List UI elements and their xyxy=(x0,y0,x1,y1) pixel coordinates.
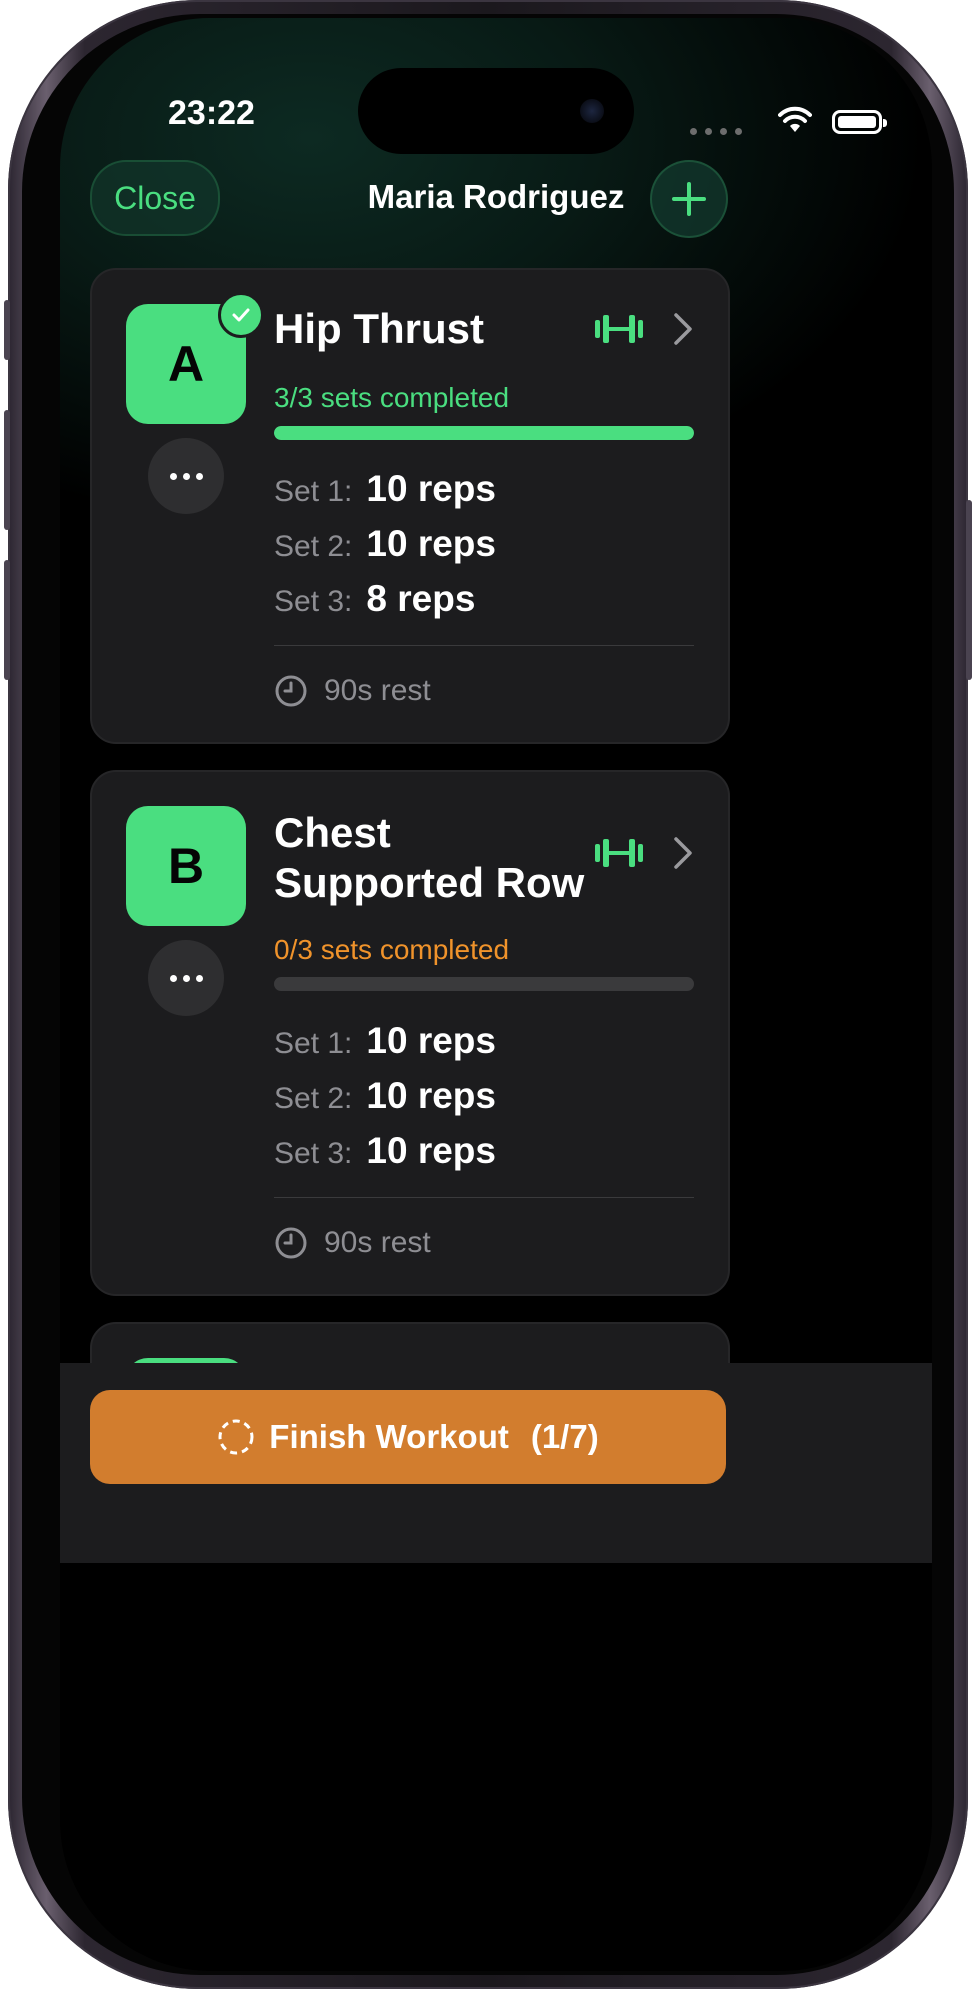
signal-icon xyxy=(690,128,742,135)
add-exercise-button[interactable] xyxy=(650,160,728,238)
set-label: Set 2: xyxy=(274,1082,353,1115)
set-label: Set 3: xyxy=(274,1137,353,1170)
set-row[interactable]: Set 1: 10 reps xyxy=(274,1020,496,1062)
set-row[interactable]: Set 2: 10 reps xyxy=(274,1075,496,1117)
more-options-button[interactable] xyxy=(148,940,224,1016)
set-value: 10 reps xyxy=(366,1075,496,1116)
screen: 23:22 Close Maria Rodriguez A Hip Thrust… xyxy=(60,18,932,1971)
divider xyxy=(274,645,694,646)
dumbbell-icon[interactable] xyxy=(594,314,644,344)
chevron-right-icon[interactable] xyxy=(672,836,694,870)
rest-label: 90s rest xyxy=(324,1226,431,1259)
exercise-name-line1: Chest xyxy=(274,809,391,856)
page-title: Maria Rodriguez xyxy=(367,178,625,215)
set-value: 8 reps xyxy=(366,578,476,619)
set-row[interactable]: Set 3: 8 reps xyxy=(274,578,475,620)
divider xyxy=(274,1197,694,1198)
more-options-button[interactable] xyxy=(148,438,224,514)
phone-frame: 23:22 Close Maria Rodriguez A Hip Thrust… xyxy=(4,0,972,1989)
completed-badge xyxy=(218,292,264,338)
finish-workout-button[interactable]: Finish Workout (1/7) xyxy=(90,1390,726,1484)
dumbbell-icon[interactable] xyxy=(594,838,644,868)
progress-bar xyxy=(274,977,694,991)
finish-label: Finish Workout xyxy=(269,1418,509,1455)
wifi-icon xyxy=(778,106,812,132)
set-value: 10 reps xyxy=(366,523,496,564)
battery-icon xyxy=(832,110,887,134)
exercise-name-line2: Supported Row xyxy=(274,859,585,906)
exercise-letter-tile: B xyxy=(126,806,246,926)
clock-icon xyxy=(275,1227,307,1259)
exercise-card-b[interactable]: B Chest Supported Row 0/3 sets completed xyxy=(90,770,730,1296)
volume-up-button xyxy=(4,410,10,530)
dashed-circle-icon xyxy=(218,1419,254,1455)
rest-timer[interactable]: 90s rest xyxy=(274,674,431,708)
progress-fill xyxy=(274,426,694,440)
exercise-card-a[interactable]: A Hip Thrust 3/3 sets completed Set 1: 1… xyxy=(90,268,730,744)
set-value: 10 reps xyxy=(366,468,496,509)
exercise-name: Chest Supported Row xyxy=(274,808,584,908)
exercise-name: Hip Thrust xyxy=(274,305,484,352)
set-row[interactable]: Set 2: 10 reps xyxy=(274,523,496,565)
clock-icon xyxy=(275,675,307,707)
set-label: Set 1: xyxy=(274,475,353,508)
set-label: Set 3: xyxy=(274,585,353,618)
power-button xyxy=(966,500,972,680)
plus-icon xyxy=(672,182,706,216)
rest-label: 90s rest xyxy=(324,674,431,707)
finish-count: (1/7) xyxy=(530,1418,599,1455)
rest-timer[interactable]: 90s rest xyxy=(274,1226,431,1260)
dynamic-island xyxy=(358,68,634,154)
set-label: Set 1: xyxy=(274,1027,353,1060)
progress-bar xyxy=(274,426,694,440)
checkmark-icon xyxy=(232,308,250,322)
set-label: Set 2: xyxy=(274,530,353,563)
set-row[interactable]: Set 3: 10 reps xyxy=(274,1130,496,1172)
set-value: 10 reps xyxy=(366,1130,496,1171)
chevron-right-icon[interactable] xyxy=(672,312,694,346)
sets-status: 3/3 sets completed xyxy=(274,382,510,413)
sets-status: 0/3 sets completed xyxy=(274,934,510,965)
status-time: 23:22 xyxy=(168,94,255,132)
volume-down-button xyxy=(4,560,10,680)
camera-icon xyxy=(580,99,604,123)
set-value: 10 reps xyxy=(366,1020,496,1061)
action-button xyxy=(4,300,10,360)
set-row[interactable]: Set 1: 10 reps xyxy=(274,468,496,510)
